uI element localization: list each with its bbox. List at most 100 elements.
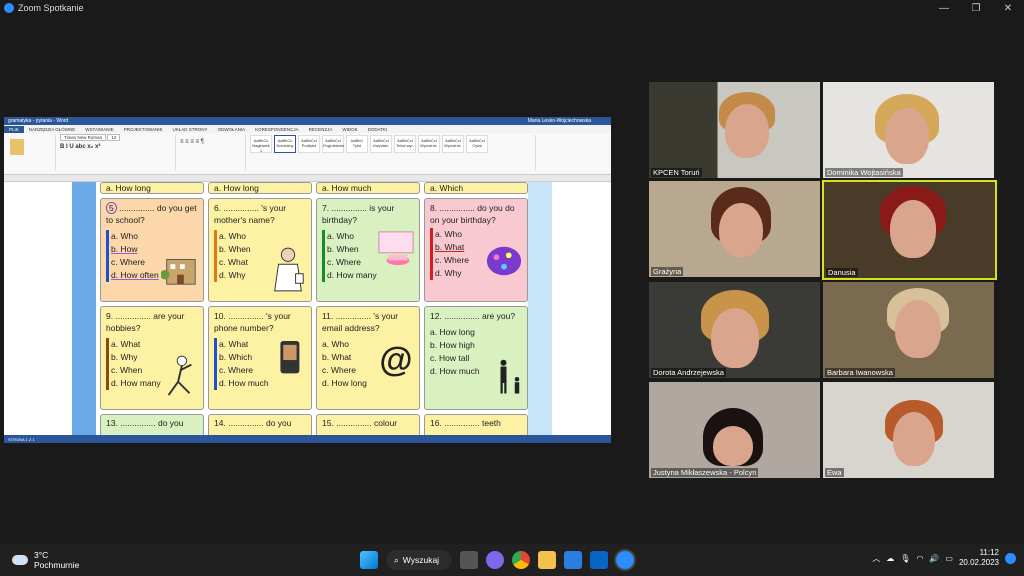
style-label: Wyróżnie. — [420, 143, 438, 148]
party-picture — [486, 246, 522, 276]
style-highlight[interactable]: AaBbCcI Wyróżnie. — [418, 135, 440, 153]
style-quote[interactable]: AaBbCcI Cytat — [466, 135, 488, 153]
style-subtitle[interactable]: AaBbCcI Podtytuł — [298, 135, 320, 153]
question-body: ............... 's your email address? — [322, 311, 399, 333]
notification-icon[interactable] — [1005, 552, 1016, 564]
worksheet-cell-6: 6. ............... 's your mother's name… — [208, 198, 312, 302]
font-size-select[interactable]: 12 — [107, 134, 121, 141]
video-tile[interactable]: Dominika Wojtasińska — [823, 82, 994, 178]
participant-name: Justyna Mikłaszewska - Polcyn — [651, 468, 759, 477]
question-body: ............... are your hobbies? — [106, 311, 185, 333]
tab-home[interactable]: NARZĘDZIA GŁÓWNE — [24, 127, 81, 132]
paragraph-buttons[interactable]: ≡ ≡ ≡ ≡ ¶ — [180, 139, 241, 145]
maximize-button[interactable]: ❐ — [960, 3, 992, 14]
tab-layout[interactable]: UKŁAD STRONY — [168, 127, 213, 132]
worksheet-row-1: 5 ............... do you get to school? … — [100, 198, 528, 302]
video-tile-active-speaker[interactable]: Danusia — [822, 180, 997, 280]
question-number: 5 — [106, 202, 117, 214]
search-icon: ⌕ — [394, 554, 399, 565]
tab-file[interactable]: PLIK — [4, 125, 24, 133]
minimize-button[interactable]: — — [928, 3, 960, 14]
search-box[interactable]: ⌕ Wyszukaj — [386, 550, 452, 570]
participant-face — [711, 308, 759, 368]
chevron-up-icon[interactable]: ︿ — [872, 553, 880, 564]
tab-review[interactable]: RECENZJA — [304, 127, 338, 132]
style-label: Normalny — [276, 143, 294, 148]
style-intense[interactable]: AaBbCcI Tekst wyr. — [394, 135, 416, 153]
cake-picture — [378, 231, 414, 266]
status-page: STRONA 1 Z 1 — [8, 436, 35, 442]
participant-face — [719, 203, 763, 257]
tab-mailings[interactable]: KORESPONDENCJA — [250, 127, 304, 132]
video-tile[interactable]: Justyna Mikłaszewska - Polcyn — [649, 382, 820, 478]
clock[interactable]: 11:12 20.02.2023 — [959, 548, 999, 568]
video-tile[interactable]: Ewa — [823, 382, 994, 478]
font-name-select[interactable]: Times New Roman — [60, 134, 107, 141]
format-buttons[interactable]: B I U abc x₂ x² — [60, 144, 171, 150]
style-title[interactable]: AaBbC Tytuł — [346, 135, 368, 153]
task-view-icon[interactable] — [460, 551, 478, 569]
question-text: 6. ............... 's your mother's name… — [214, 202, 306, 226]
volume-icon[interactable]: 🔊 — [929, 554, 939, 563]
chrome-icon[interactable] — [512, 551, 530, 569]
style-strong[interactable]: AaBbCcI Pogrubienie — [322, 135, 344, 153]
worksheet-row-2: 9. ............... are your hobbies? a. … — [100, 306, 528, 410]
question-body: ............... 's your phone number? — [214, 311, 291, 333]
tab-view[interactable]: WIDOK — [337, 127, 362, 132]
font-group: Times New Roman 12 B I U abc x₂ x² — [56, 134, 176, 171]
style-heading1[interactable]: AaBbCc Nagłówek 1 — [250, 135, 272, 153]
question-text: 9. ............... are your hobbies? — [106, 310, 198, 334]
question-number: 12. — [430, 311, 442, 321]
file-explorer-icon[interactable] — [538, 551, 556, 569]
participant-face — [893, 412, 935, 466]
nurse-picture — [274, 247, 304, 292]
participant-face — [895, 300, 941, 358]
participant-face — [713, 426, 753, 466]
style-emphasis[interactable]: AaBbCcI Uwydatn. — [370, 135, 392, 153]
option-b: b. How high — [430, 340, 475, 350]
tab-references[interactable]: ODWOŁANIA — [213, 127, 251, 132]
video-tile[interactable]: Dorota Andrzejewska — [649, 282, 820, 378]
search-label: Wyszukaj — [402, 555, 440, 565]
onedrive-icon[interactable]: ☁ — [886, 554, 894, 563]
at-sign-picture: @ — [379, 341, 413, 379]
mail-icon[interactable] — [590, 551, 608, 569]
style-normal[interactable]: AaBbCc Normalny — [274, 135, 296, 153]
video-tile[interactable]: Grażyna — [649, 181, 820, 277]
participant-name: Barbara Iwanowska — [825, 368, 895, 377]
paragraph-group: ≡ ≡ ≡ ≡ ¶ — [176, 135, 246, 171]
ruler[interactable] — [4, 175, 611, 182]
worksheet-page: a. How long a. How long a. How much a. W… — [72, 182, 552, 443]
tab-design[interactable]: PROJEKTOWANIE — [119, 127, 168, 132]
close-button[interactable]: ✕ — [992, 3, 1024, 14]
weather-desc: Pochmurnie — [34, 560, 80, 570]
zoom-logo-icon — [4, 3, 14, 13]
tab-insert[interactable]: WSTAWIANIE — [80, 127, 119, 132]
windows-taskbar: 3°C Pochmurnie ⌕ Wyszukaj ︿ ☁ 🎙 ◠ 🔊 ▭ 11:… — [0, 544, 1024, 576]
paste-icon[interactable] — [10, 139, 24, 155]
question-text: 12. ............... are you? — [430, 310, 522, 322]
teams-chat-icon[interactable] — [486, 551, 504, 569]
weather-widget[interactable]: 3°C Pochmurnie — [12, 550, 79, 570]
option-text: a. How long — [106, 183, 151, 193]
video-tile[interactable]: Barbara Iwanowska — [823, 282, 994, 378]
windows-start-icon[interactable] — [360, 551, 378, 569]
question-body: ............... colour — [336, 418, 398, 428]
style-label: Podtytuł — [301, 143, 317, 148]
style-highlight2[interactable]: AaBbCcI Wyróżnie. — [442, 135, 464, 153]
question-text: 7. ............... is your birthday? — [322, 202, 414, 226]
question-text: 5 ............... do you get to school? — [106, 202, 198, 226]
question-body: ............... do you — [120, 418, 184, 428]
zoom-icon[interactable] — [616, 551, 634, 569]
microphone-icon[interactable]: 🎙 — [900, 554, 910, 563]
tab-addins[interactable]: DODATKI — [363, 127, 393, 132]
battery-icon[interactable]: ▭ — [945, 554, 953, 563]
participant-name: KPCEN Toruń — [651, 168, 702, 177]
word-titlebar: gramatyka - pytania - Word Maria Lesko-W… — [4, 117, 611, 125]
store-icon[interactable] — [564, 551, 582, 569]
wifi-icon[interactable]: ◠ — [916, 554, 923, 563]
cloud-icon — [12, 555, 28, 565]
video-tile[interactable]: KPCEN Toruń — [649, 82, 820, 178]
clipboard-group — [6, 135, 56, 171]
weather-temp: 3°C — [34, 550, 49, 560]
